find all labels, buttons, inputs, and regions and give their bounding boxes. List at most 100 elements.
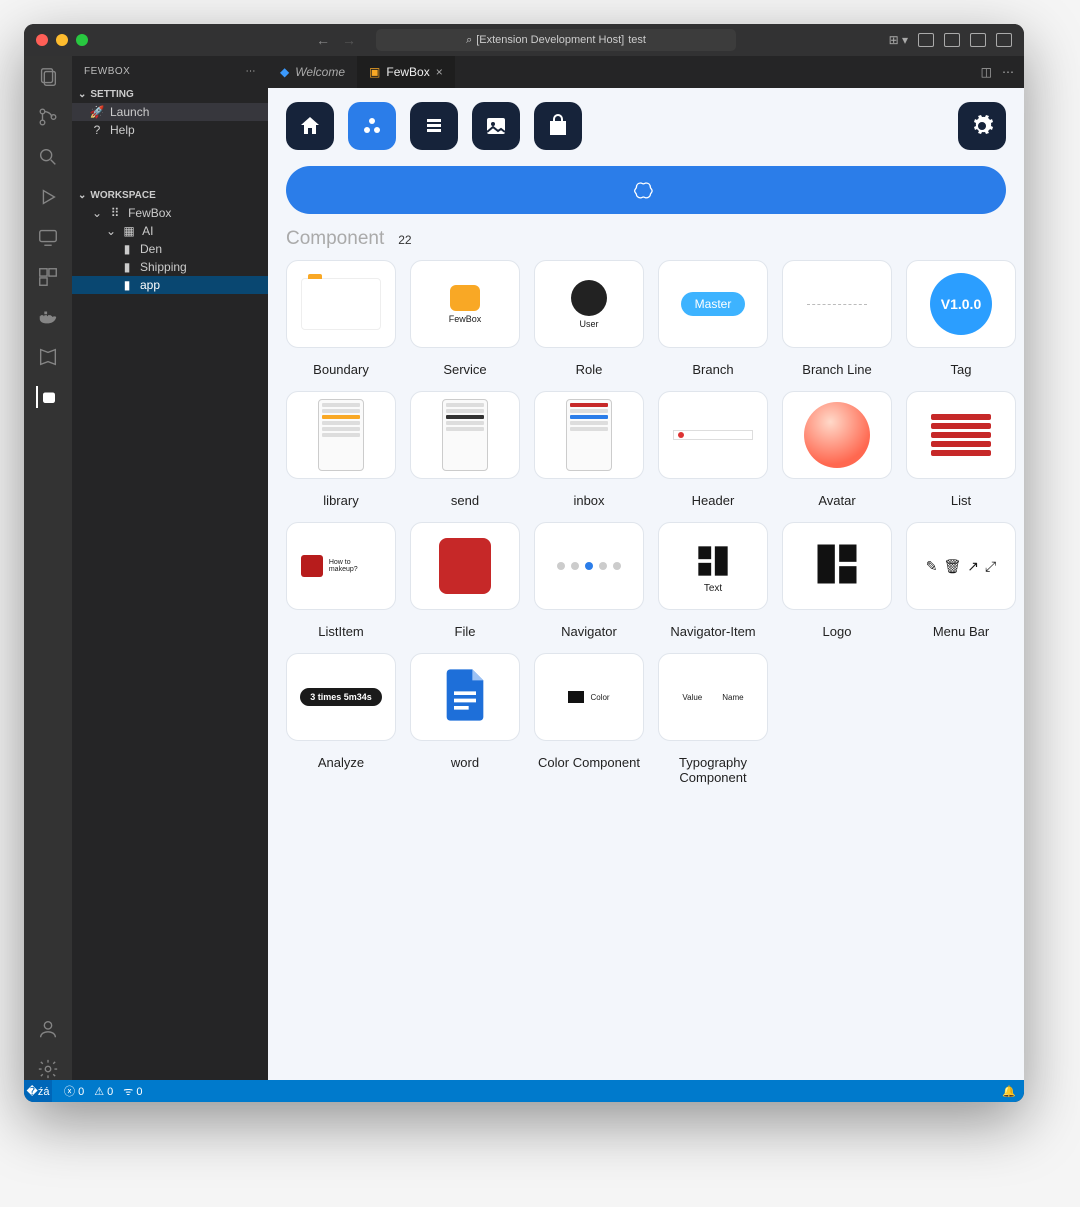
vscode-icon: ◆ (280, 65, 289, 79)
status-bar: �źá ⓧ 0 ⚠ 0 ᯤ 0 🔔 (24, 1080, 1024, 1102)
book-icon[interactable] (37, 346, 59, 368)
grid-icon: ▦ (122, 224, 136, 238)
component-branch-line[interactable]: Branch Line (782, 260, 892, 377)
tab-welcome[interactable]: ◆ Welcome (268, 56, 357, 88)
component-navigator[interactable]: Navigator (534, 522, 644, 639)
component-library[interactable]: library (286, 391, 396, 508)
section-count: 22 (398, 233, 411, 247)
nav-forward-icon[interactable]: → (342, 32, 356, 48)
layout-customize-icon[interactable] (918, 33, 934, 47)
close-tab-icon[interactable]: × (436, 65, 443, 79)
component-header[interactable]: Header (658, 391, 768, 508)
component-section-header: Component 22 (286, 228, 1006, 250)
close-window-button[interactable] (36, 34, 48, 46)
image-button[interactable] (472, 102, 520, 150)
collapse-icon: ⤢ (985, 558, 996, 575)
component-send[interactable]: send (410, 391, 520, 508)
split-editor-icon[interactable]: ◫ (981, 65, 992, 79)
edit-icon: ✎ (926, 558, 938, 575)
fullscreen-window-button[interactable] (76, 34, 88, 46)
chevron-down-icon: ⌄ (92, 206, 102, 220)
tab-fewbox[interactable]: ▣ FewBox × (357, 56, 455, 88)
sidebar-more-icon[interactable]: ⋯ (246, 66, 257, 77)
component-list[interactable]: List (906, 391, 1016, 508)
fewbox-panel: Component 22 Boundary FewBoxService User… (268, 88, 1024, 1080)
search-text: test (628, 34, 646, 46)
component-role[interactable]: UserRole (534, 260, 644, 377)
components-button[interactable] (348, 102, 396, 150)
editor-more-icon[interactable]: ⋯ (1002, 65, 1014, 79)
toggle-panel-icon[interactable] (944, 33, 960, 47)
toggle-secondary-panel-icon[interactable] (970, 33, 986, 47)
help-icon: ? (90, 123, 104, 137)
tree-shipping[interactable]: ▮ Shipping (72, 258, 268, 276)
command-center[interactable]: ⌕ [Extension Development Host] test (376, 29, 736, 51)
remote-icon: �źá (27, 1085, 50, 1098)
component-inbox[interactable]: inbox (534, 391, 644, 508)
copilot-icon[interactable]: ⊞ ▾ (889, 33, 908, 47)
component-navigator-item[interactable]: TextNavigator-Item (658, 522, 768, 639)
fewbox-toolbar (286, 102, 1006, 150)
docker-icon[interactable] (37, 306, 59, 328)
notifications-icon[interactable]: 🔔 (1002, 1086, 1016, 1098)
setting-launch[interactable]: 🚀 Launch (72, 103, 268, 121)
traffic-lights (36, 34, 88, 46)
component-avatar[interactable]: Avatar (782, 391, 892, 508)
errors-indicator[interactable]: ⓧ 0 (64, 1083, 84, 1099)
tree-ai[interactable]: ⌄ ▦ AI (72, 222, 268, 240)
search-icon: ⌕ (466, 34, 472, 47)
component-service[interactable]: FewBoxService (410, 260, 520, 377)
file-icon: ▮ (120, 278, 134, 292)
section-workspace[interactable]: ⌄ WORKSPACE (72, 187, 268, 204)
nav-arrows: ← → (316, 32, 356, 48)
component-color[interactable]: ColorColor Component (534, 653, 644, 785)
editor-tabs: ◆ Welcome ▣ FewBox × ◫ ⋯ (268, 56, 1024, 88)
file-icon: ▮ (120, 260, 134, 274)
search-icon[interactable] (37, 146, 59, 168)
explorer-icon[interactable] (37, 66, 59, 88)
extensions-icon[interactable] (37, 266, 59, 288)
component-file[interactable]: File (410, 522, 520, 639)
ports-indicator[interactable]: ᯤ 0 (123, 1084, 142, 1099)
list-button[interactable] (410, 102, 458, 150)
ai-banner[interactable] (286, 166, 1006, 214)
brain-icon (632, 178, 660, 202)
toggle-sidebar-icon[interactable] (996, 33, 1012, 47)
component-logo[interactable]: Logo (782, 522, 892, 639)
component-boundary[interactable]: Boundary (286, 260, 396, 377)
minimize-window-button[interactable] (56, 34, 68, 46)
component-branch[interactable]: MasterBranch (658, 260, 768, 377)
warnings-indicator[interactable]: ⚠ 0 (94, 1085, 113, 1098)
component-tag[interactable]: V1.0.0Tag (906, 260, 1016, 377)
tree-fewbox[interactable]: ⌄ ⠿ FewBox (72, 204, 268, 222)
component-listitem[interactable]: How to makeup?ListItem (286, 522, 396, 639)
source-control-icon[interactable] (37, 106, 59, 128)
run-debug-icon[interactable] (37, 186, 59, 208)
vscode-window: ← → ⌕ [Extension Development Host] test … (24, 24, 1024, 1102)
tree-app[interactable]: ▮ app (72, 276, 268, 294)
remote-indicator[interactable]: �źá (24, 1080, 52, 1102)
remote-explorer-icon[interactable] (37, 226, 59, 248)
fewbox-icon[interactable] (36, 386, 58, 408)
section-setting[interactable]: ⌄ SETTING (72, 86, 268, 103)
tree-den[interactable]: ▮ Den (72, 240, 268, 258)
settings-gear-icon[interactable] (37, 1058, 59, 1080)
component-word[interactable]: word (410, 653, 520, 785)
section-title: Component (286, 228, 384, 250)
account-icon[interactable] (37, 1018, 59, 1040)
shop-button[interactable] (534, 102, 582, 150)
nav-back-icon[interactable]: ← (316, 32, 330, 48)
share-icon: ↗ (967, 558, 979, 575)
chevron-down-icon: ⌄ (78, 190, 86, 201)
component-menu-bar[interactable]: ✎🗑↗⤢Menu Bar (906, 522, 1016, 639)
editor-area: ◆ Welcome ▣ FewBox × ◫ ⋯ (268, 56, 1024, 1080)
component-analyze[interactable]: 3 times 5m34sAnalyze (286, 653, 396, 785)
setting-help[interactable]: ? Help (72, 121, 268, 139)
component-typography[interactable]: ValueNameTypography Component (658, 653, 768, 785)
trash-icon: 🗑 (944, 558, 962, 575)
chevron-down-icon: ⌄ (78, 89, 86, 100)
settings-button[interactable] (958, 102, 1006, 150)
sidebar-title: FEWBOX ⋯ (72, 56, 268, 86)
fewbox-tab-icon: ▣ (369, 65, 380, 79)
home-button[interactable] (286, 102, 334, 150)
